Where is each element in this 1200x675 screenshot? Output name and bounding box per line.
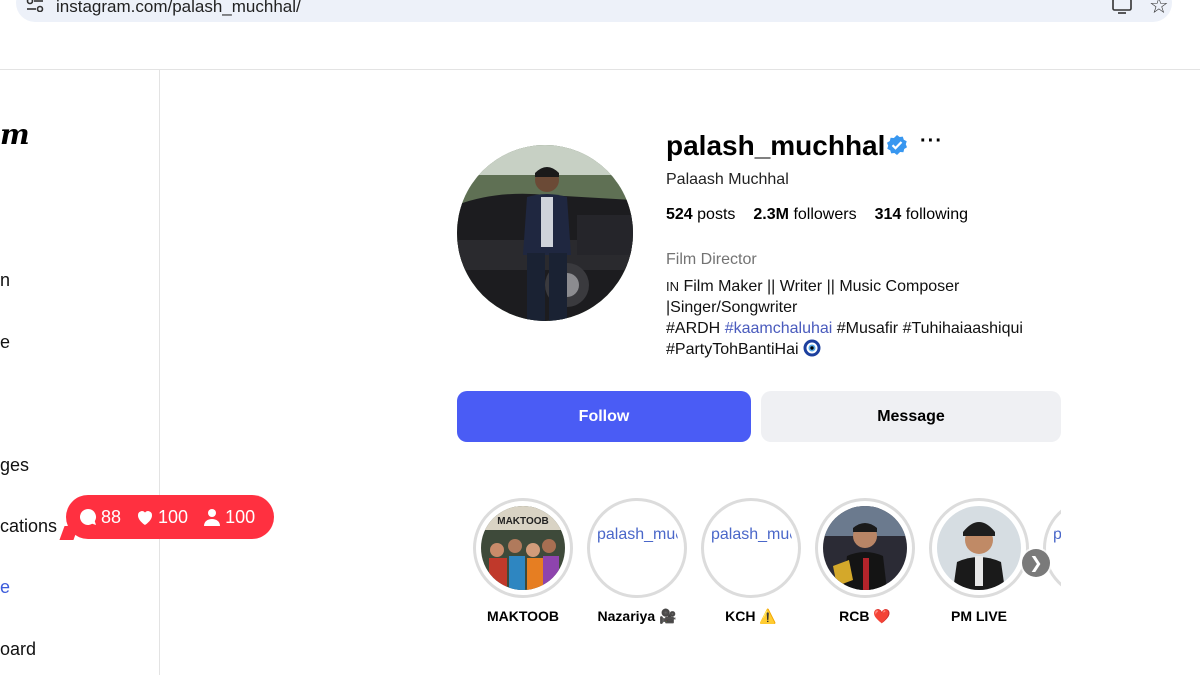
highlight-broken-image: palash_muchhal's highlight story picture: [1051, 506, 1061, 590]
comment-count: 88: [101, 506, 122, 527]
instagram-logo[interactable]: m: [0, 118, 30, 151]
highlight-item[interactable]: PM LIVE: [929, 498, 1029, 624]
avatar-photo: [457, 145, 633, 321]
highlight-label: KCH ⚠️: [725, 608, 777, 624]
profile-username: palash_muchhal: [666, 130, 886, 161]
highlight-label: Nazariya 🎥: [597, 608, 677, 624]
follow-button[interactable]: Follow: [457, 391, 751, 442]
highlight-item[interactable]: palash_muchhal's highlight story picture…: [587, 498, 687, 625]
profile-full-name: Palaash Muchhal: [666, 171, 789, 188]
follow-count: 100: [225, 506, 256, 527]
posts-stat[interactable]: 524 posts: [666, 206, 735, 224]
bio-line-1: Film Maker || Writer || Music Composer: [679, 278, 960, 295]
profile-bio: IN Film Maker || Writer || Music Compose…: [666, 276, 1056, 360]
highlight-item[interactable]: RCB ❤️: [815, 498, 915, 625]
highlight-label: PM LIVE: [950, 608, 1007, 624]
profile-stats: 524 posts 2.3M followers 314 following: [666, 206, 968, 224]
like-count: 100: [158, 506, 189, 527]
bio-hashtag: #ARDH: [666, 320, 721, 337]
notification-summary-badge[interactable]: 88 100 100: [66, 495, 274, 539]
highlight-broken-image: palash_muchhal's highlight story picture: [709, 506, 793, 590]
highlight-cover: [823, 506, 907, 590]
profile-avatar[interactable]: [457, 145, 633, 321]
bookmark-star-icon[interactable]: ☆: [1149, 0, 1169, 17]
sidebar-item-notifications[interactable]: cations: [0, 516, 57, 537]
highlight-label: RCB ❤️: [839, 608, 891, 624]
sidebar-item-messages[interactable]: ges: [0, 455, 29, 476]
sidebar-item-create[interactable]: e: [0, 577, 10, 598]
highlight-cover: [937, 506, 1021, 590]
bio-line-2: |Singer/Songwriter: [666, 299, 798, 316]
sidebar-item-explore[interactable]: e: [0, 332, 10, 353]
highlight-label: MAKTOOB: [486, 608, 560, 624]
maktoob-cover-title: MAKTOOB: [497, 516, 548, 527]
sidebar-item-dashboard[interactable]: oard: [0, 639, 36, 660]
user-icon: [204, 509, 221, 526]
india-flag: IN: [666, 279, 679, 294]
heart-icon: [138, 511, 153, 525]
highlights-next-button[interactable]: ❯: [1022, 549, 1050, 577]
bio-hashtag-link[interactable]: #kaamchaluhai: [725, 320, 833, 337]
site-info-icon[interactable]: [26, 0, 44, 12]
bio-hashtag: #Musafir: [836, 320, 899, 337]
highlight-item[interactable]: MAKTOOB MAKTOOB: [473, 498, 573, 624]
highlight-item[interactable]: palash_muchhal's highlight story picture: [1043, 498, 1061, 598]
install-app-icon[interactable]: [1112, 0, 1132, 14]
highlight-cover: MAKTOOB: [481, 506, 565, 590]
message-button[interactable]: Message: [761, 391, 1061, 442]
chevron-right-icon: ❯: [1029, 555, 1043, 572]
sidebar-item-search[interactable]: n: [0, 270, 10, 291]
story-highlights: MAKTOOB MAKTOOB palash_muchhal's highlig…: [473, 498, 1061, 638]
highlight-broken-image: palash_muchhal's highlight story picture: [595, 506, 679, 590]
profile-category: Film Director: [666, 251, 757, 268]
verified-badge-icon: [887, 135, 907, 155]
address-bar[interactable]: instagram.com/palash_muchhal/ ☆: [16, 0, 1172, 22]
followers-stat[interactable]: 2.3M followers: [753, 206, 856, 224]
more-options-icon[interactable]: ···: [920, 130, 943, 153]
highlight-item[interactable]: palash_muchhal's highlight story picture…: [701, 498, 801, 625]
browser-toolbar: instagram.com/palash_muchhal/ ☆: [0, 0, 1200, 70]
bio-hashtag: #Tuhihaiaashiqui: [902, 320, 1023, 337]
bio-hashtag: #PartyTohBantiHai: [666, 341, 799, 358]
following-stat[interactable]: 314 following: [875, 206, 968, 224]
comment-icon: [79, 509, 96, 525]
nazar-eye-icon: [803, 339, 821, 357]
sidebar: m n e ges cations e oard: [0, 70, 160, 675]
url-text[interactable]: instagram.com/palash_muchhal/: [56, 0, 301, 17]
